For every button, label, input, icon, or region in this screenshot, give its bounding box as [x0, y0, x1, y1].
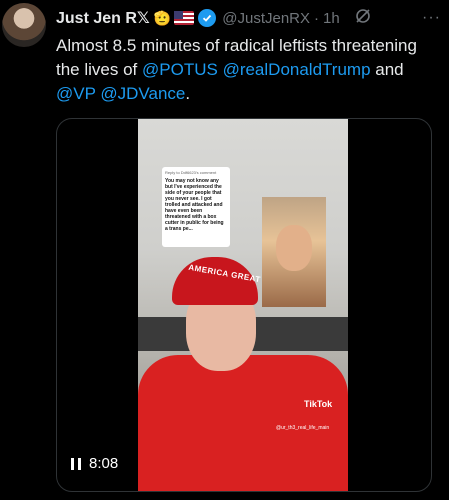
video-duration[interactable]: 8:08 — [71, 455, 118, 472]
tweet-header: Just Jen R𝕏 🫡 @JustJenRX · 1h ··· — [56, 6, 441, 30]
video-frame[interactable]: AMERICA GREAT Reply to Ddf6623's comment… — [138, 119, 348, 491]
pause-icon[interactable] — [71, 457, 81, 470]
author-avatar[interactable] — [2, 3, 46, 47]
red-shirt — [138, 355, 348, 491]
video-player[interactable]: AMERICA GREAT Reply to Ddf6623's comment… — [56, 118, 432, 492]
tweet-text: Almost 8.5 minutes of radical leftists t… — [56, 36, 417, 103]
tiktok-username: @ur_th3_real_life_main — [276, 425, 330, 431]
comment-reply-box: Reply to Ddf6623's comment You may not k… — [162, 167, 230, 247]
salute-emoji-icon: 🫡 — [153, 10, 172, 26]
comment-header: Reply to Ddf6623's comment — [165, 170, 217, 175]
author-handle[interactable]: @JustJenRX — [222, 10, 310, 27]
comment-text: You may not know any but I've experience… — [165, 178, 224, 232]
inset-video — [262, 197, 326, 307]
tiktok-logo: TikTok — [304, 399, 333, 409]
inset-person-face — [276, 225, 312, 271]
verified-badge-icon — [198, 9, 217, 27]
separator-dot: · — [314, 9, 320, 27]
mention-realdonaldtrump[interactable]: @realDonaldTrump — [223, 60, 371, 79]
mention-jdvance[interactable]: @JDVance — [100, 84, 185, 103]
us-flag-icon — [174, 11, 195, 25]
mention-potus[interactable]: @POTUS — [142, 60, 218, 79]
mention-vp[interactable]: @VP — [56, 84, 96, 103]
tweet-time[interactable]: 1h — [323, 10, 340, 27]
grok-icon[interactable] — [354, 7, 372, 30]
more-options-icon[interactable]: ··· — [422, 9, 441, 27]
author-name[interactable]: Just Jen R𝕏 — [56, 8, 150, 28]
